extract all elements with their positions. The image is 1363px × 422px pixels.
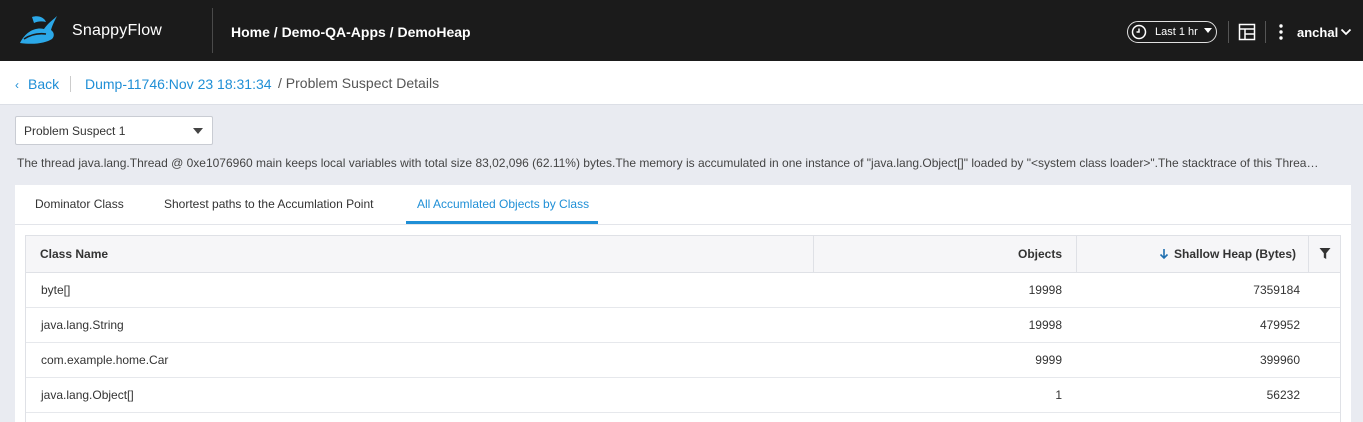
- cell-class-name: com.example.home.Car: [41, 353, 169, 367]
- cell-objects: 1: [1055, 388, 1062, 402]
- cell-shallow-heap: 7359184: [1253, 283, 1300, 297]
- filter-icon[interactable]: [1319, 247, 1331, 260]
- tab-dominator-class[interactable]: Dominator Class: [35, 197, 124, 211]
- cell-shallow-heap: 399960: [1259, 353, 1300, 367]
- more-vertical-icon[interactable]: [1278, 23, 1284, 41]
- time-range-picker[interactable]: Last 1 hr: [1127, 21, 1217, 43]
- cell-objects: 19998: [1028, 283, 1062, 297]
- page-subheader: ‹ Back Dump-11746:Nov 23 18:31:34 / Probl…: [0, 61, 1363, 105]
- table-row[interactable]: java.lang.String 19998 479952: [26, 308, 1340, 343]
- active-tab-indicator: [406, 221, 598, 224]
- cell-shallow-heap: 56232: [1266, 388, 1300, 402]
- chevron-left-icon: ‹: [15, 78, 19, 92]
- subheader-divider: [70, 76, 71, 92]
- user-menu[interactable]: anchal: [1297, 25, 1338, 40]
- column-divider: [1076, 236, 1077, 273]
- tab-bar: Dominator Class Shortest paths to the Ac…: [15, 185, 1351, 225]
- column-divider: [813, 236, 814, 273]
- problem-suspect-value: Problem Suspect 1: [24, 124, 126, 138]
- back-label: Back: [28, 76, 60, 92]
- column-divider: [1308, 236, 1309, 273]
- column-header-shallow-heap[interactable]: Shallow Heap (Bytes): [1174, 247, 1296, 261]
- clock-icon: [1131, 24, 1147, 40]
- time-range-label: Last 1 hr: [1155, 26, 1198, 38]
- chevron-down-icon[interactable]: [1340, 27, 1352, 37]
- dashboard-layout-icon[interactable]: [1238, 23, 1256, 41]
- back-button[interactable]: ‹ Back: [15, 76, 59, 92]
- problem-suspect-select[interactable]: Problem Suspect 1: [15, 116, 213, 145]
- cell-shallow-heap: 479952: [1259, 318, 1300, 332]
- table-header: Class Name Objects Shallow Heap (Bytes): [26, 236, 1340, 273]
- chevron-down-icon: [1204, 28, 1212, 33]
- cell-class-name: byte[]: [41, 283, 71, 297]
- objects-table: Class Name Objects Shallow Heap (Bytes) …: [25, 235, 1341, 422]
- tab-all-accumulated-objects[interactable]: All Accumlated Objects by Class: [417, 197, 589, 211]
- tab-shortest-paths[interactable]: Shortest paths to the Accumlation Point: [164, 197, 373, 211]
- sort-descending-icon[interactable]: [1159, 248, 1169, 260]
- header-divider: [212, 8, 213, 53]
- results-panel: Dominator Class Shortest paths to the Ac…: [15, 185, 1351, 422]
- suspect-description: The thread java.lang.Thread @ 0xe1076960…: [17, 156, 1322, 170]
- table-row[interactable]: com.example.home.Car 9999 399960: [26, 343, 1340, 378]
- brand-name[interactable]: SnappyFlow: [72, 22, 162, 40]
- table-row[interactable]: byte[] 19998 7359184: [26, 273, 1340, 308]
- breadcrumb[interactable]: Home / Demo-QA-Apps / DemoHeap: [231, 24, 471, 40]
- cell-objects: 9999: [1035, 353, 1062, 367]
- column-header-class-name[interactable]: Class Name: [40, 247, 108, 261]
- cell-objects: 19998: [1028, 318, 1062, 332]
- snappyflow-logo-icon[interactable]: [18, 13, 58, 49]
- caret-down-icon: [193, 128, 203, 134]
- cell-class-name: java.lang.Object[]: [41, 388, 134, 402]
- top-bar: SnappyFlow Home / Demo-QA-Apps / DemoHea…: [0, 0, 1363, 61]
- header-separator: [1228, 21, 1229, 43]
- table-row[interactable]: java.lang.Object[] 1 56232: [26, 378, 1340, 413]
- dump-link[interactable]: Dump-11746:Nov 23 18:31:34: [85, 76, 272, 92]
- cell-class-name: java.lang.String: [41, 318, 124, 332]
- header-separator: [1265, 21, 1266, 43]
- column-header-objects[interactable]: Objects: [1018, 247, 1062, 261]
- page-title: / Problem Suspect Details: [278, 75, 440, 91]
